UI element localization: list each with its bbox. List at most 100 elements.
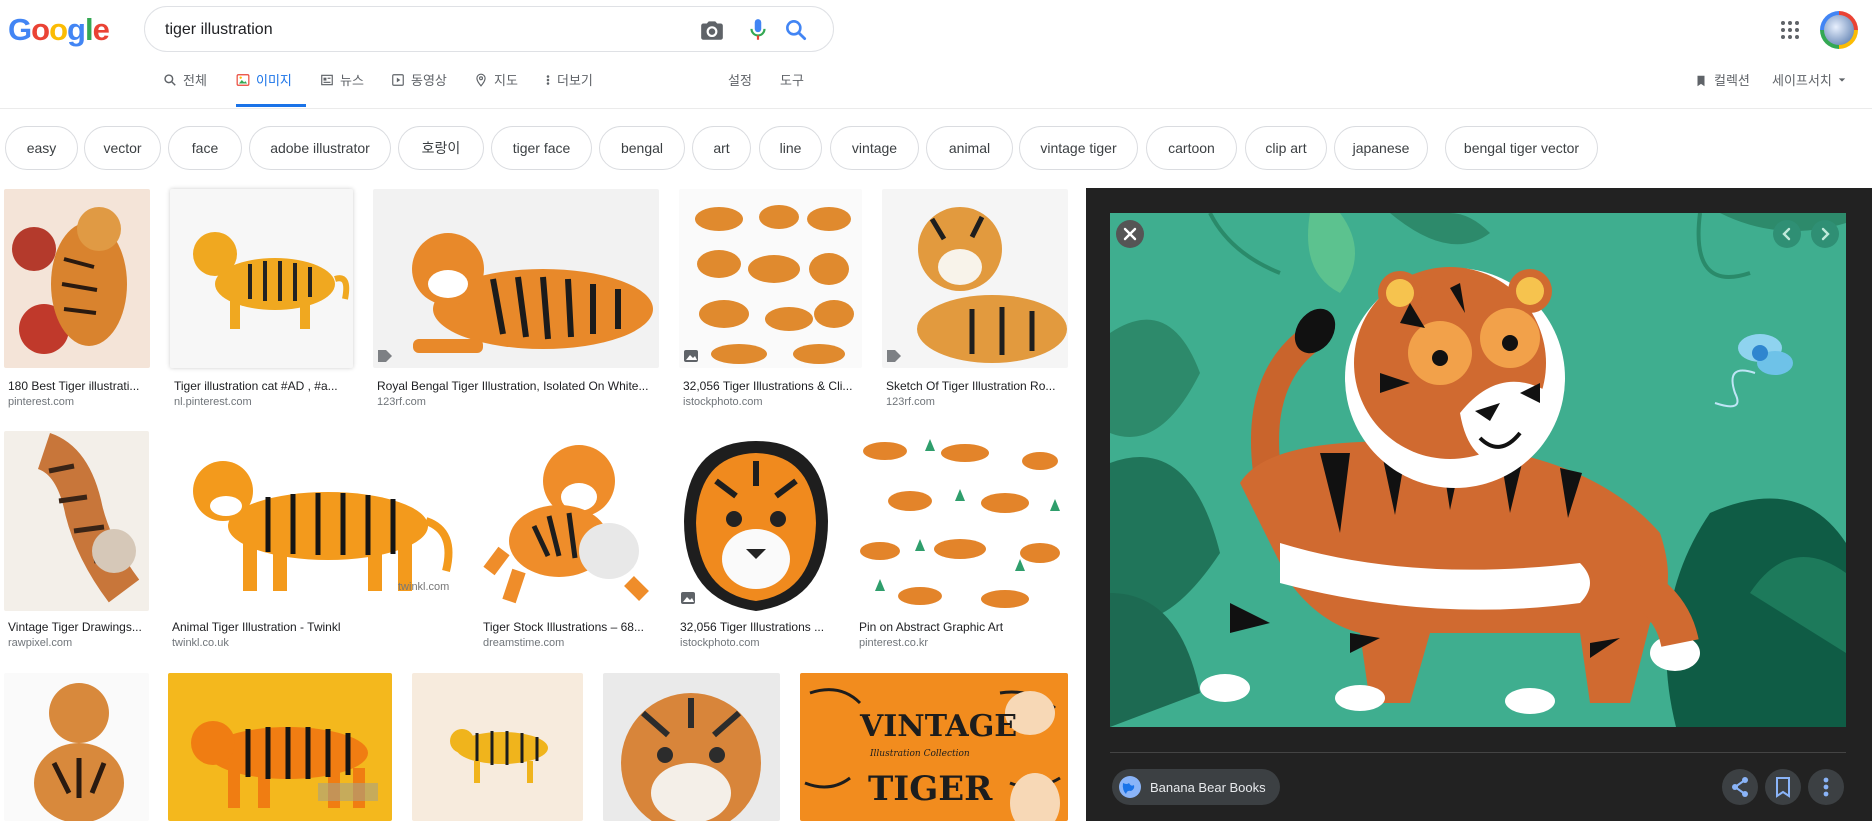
search-icon[interactable] xyxy=(783,17,809,43)
result-source-1[interactable]: pinterest.com xyxy=(8,396,148,408)
result-source-2[interactable]: nl.pinterest.com xyxy=(174,396,352,408)
result-source-9[interactable]: istockphoto.com xyxy=(680,637,835,649)
prev-button[interactable] xyxy=(1773,220,1801,248)
result-source-4[interactable]: istockphoto.com xyxy=(683,396,861,408)
tiger-thumbnail xyxy=(695,205,854,364)
chip-japanese[interactable]: japanese xyxy=(1334,126,1428,170)
chip-tiger-korean[interactable]: 호랑이 xyxy=(398,126,484,170)
chip-art[interactable]: art xyxy=(692,126,751,170)
chip-tiger-face[interactable]: tiger face xyxy=(491,126,592,170)
chip-cartoon[interactable]: cartoon xyxy=(1146,126,1237,170)
result-caption-10[interactable]: Pin on Abstract Graphic Art xyxy=(859,620,1064,634)
result-image-8[interactable] xyxy=(479,431,656,611)
tabs-divider xyxy=(0,108,1872,109)
tab-videos[interactable]: 동영상 xyxy=(391,73,447,107)
close-button[interactable] xyxy=(1116,220,1144,248)
chip-label: art xyxy=(713,140,730,156)
chip-label: japanese xyxy=(1352,140,1410,156)
save-button[interactable] xyxy=(1765,769,1801,805)
result-caption-6[interactable]: Vintage Tiger Drawings... xyxy=(8,620,148,634)
tab-label: 뉴스 xyxy=(340,73,364,88)
result-caption-3[interactable]: Royal Bengal Tiger Illustration, Isolate… xyxy=(377,379,657,393)
result-caption-8[interactable]: Tiger Stock Illustrations – 68... xyxy=(483,620,655,634)
tab-label: 지도 xyxy=(494,73,518,88)
result-caption-1[interactable]: 180 Best Tiger illustrati... xyxy=(8,379,148,393)
camera-icon[interactable] xyxy=(699,17,725,43)
next-button[interactable] xyxy=(1811,220,1839,248)
tab-news[interactable]: 뉴스 xyxy=(320,73,364,107)
chip-label: vintage xyxy=(851,140,898,156)
result-source-8[interactable]: dreamstime.com xyxy=(483,637,655,649)
panel-divider xyxy=(1110,752,1846,753)
chip-bengal[interactable]: bengal xyxy=(599,126,685,170)
tiger-thumbnail xyxy=(36,432,140,603)
tag-icon xyxy=(378,349,392,362)
chip-adobe-illustrator[interactable]: adobe illustrator xyxy=(249,126,391,170)
result-caption-9[interactable]: 32,056 Tiger Illustrations ... xyxy=(680,620,835,634)
chip-label: face xyxy=(191,140,219,156)
close-icon xyxy=(1123,227,1137,241)
tab-images[interactable]: 이미지 xyxy=(236,73,306,107)
result-image-13[interactable] xyxy=(412,673,583,821)
tab-all[interactable]: 전체 xyxy=(163,73,207,107)
chip-animal[interactable]: animal xyxy=(926,126,1013,170)
tiger-title-text: TIGER xyxy=(868,769,993,809)
result-image-5[interactable] xyxy=(882,189,1068,368)
caret-down-icon xyxy=(1838,78,1846,82)
tab-label: 설정 xyxy=(728,73,752,88)
tab-tools[interactable]: 도구 xyxy=(780,73,804,107)
result-image-3[interactable] xyxy=(373,189,659,368)
image-icon xyxy=(684,349,698,362)
chip-label: vintage tiger xyxy=(1040,140,1117,156)
apps-icon[interactable] xyxy=(1780,20,1800,40)
share-button[interactable] xyxy=(1722,769,1758,805)
chip-clip-art[interactable]: clip art xyxy=(1245,126,1327,170)
chip-vintage-tiger[interactable]: vintage tiger xyxy=(1019,126,1138,170)
microphone-icon[interactable] xyxy=(745,17,771,43)
chip-vector[interactable]: vector xyxy=(84,126,161,170)
result-source-6[interactable]: rawpixel.com xyxy=(8,637,148,649)
logo-letter-g: G xyxy=(8,12,32,47)
collections-link[interactable]: 컬렉션 xyxy=(1694,73,1750,107)
chip-face[interactable]: face xyxy=(168,126,242,170)
search-input[interactable] xyxy=(163,17,687,43)
result-caption-2[interactable]: Tiger illustration cat #AD , #a... xyxy=(174,379,352,393)
result-source-3[interactable]: 123rf.com xyxy=(377,396,657,408)
source-chip[interactable]: Banana Bear Books xyxy=(1112,769,1280,805)
tab-maps[interactable]: 지도 xyxy=(474,73,518,107)
chip-line[interactable]: line xyxy=(759,126,822,170)
tiger-thumbnail xyxy=(917,207,1067,363)
chip-bengal-tiger-vector[interactable]: bengal tiger vector xyxy=(1445,126,1598,170)
result-source-5[interactable]: 123rf.com xyxy=(886,396,1066,408)
result-image-11[interactable] xyxy=(4,673,149,821)
result-source-10[interactable]: pinterest.co.kr xyxy=(859,637,1064,649)
map-pin-icon xyxy=(476,73,486,87)
tab-more[interactable]: 더보기 xyxy=(545,73,593,107)
result-caption-5[interactable]: Sketch Of Tiger Illustration Ro... xyxy=(886,379,1066,393)
vintage-subtitle-text: Illustration Collection xyxy=(870,749,970,759)
result-image-12[interactable] xyxy=(168,673,392,821)
result-image-7[interactable]: twinkl.com xyxy=(168,431,459,611)
logo-letter-o1: o xyxy=(31,12,50,47)
result-caption-4[interactable]: 32,056 Tiger Illustrations & Cli... xyxy=(683,379,861,393)
result-caption-7[interactable]: Animal Tiger Illustration - Twinkl xyxy=(172,620,456,634)
tiger-thumbnail xyxy=(191,721,378,808)
result-image-2[interactable] xyxy=(170,189,353,368)
result-image-4[interactable] xyxy=(679,189,862,368)
result-image-10[interactable] xyxy=(855,431,1067,611)
result-image-15[interactable]: VINTAGE Illustration Collection TIGER xyxy=(800,673,1068,821)
chip-vintage[interactable]: vintage xyxy=(830,126,919,170)
result-image-14[interactable] xyxy=(603,673,780,821)
result-image-9[interactable] xyxy=(676,431,835,611)
result-source-7[interactable]: twinkl.co.uk xyxy=(172,637,456,649)
result-image-1[interactable] xyxy=(4,189,150,368)
result-image-6[interactable] xyxy=(4,431,149,611)
google-logo[interactable]: Google xyxy=(8,12,110,48)
more-options-button[interactable] xyxy=(1808,769,1844,805)
chip-easy[interactable]: easy xyxy=(5,126,78,170)
avatar[interactable] xyxy=(1820,11,1858,49)
safesearch-link[interactable]: 세이프서치 xyxy=(1772,73,1846,107)
tab-settings[interactable]: 설정 xyxy=(728,73,752,107)
chip-label: clip art xyxy=(1265,140,1307,156)
preview-image[interactable] xyxy=(1110,213,1846,727)
